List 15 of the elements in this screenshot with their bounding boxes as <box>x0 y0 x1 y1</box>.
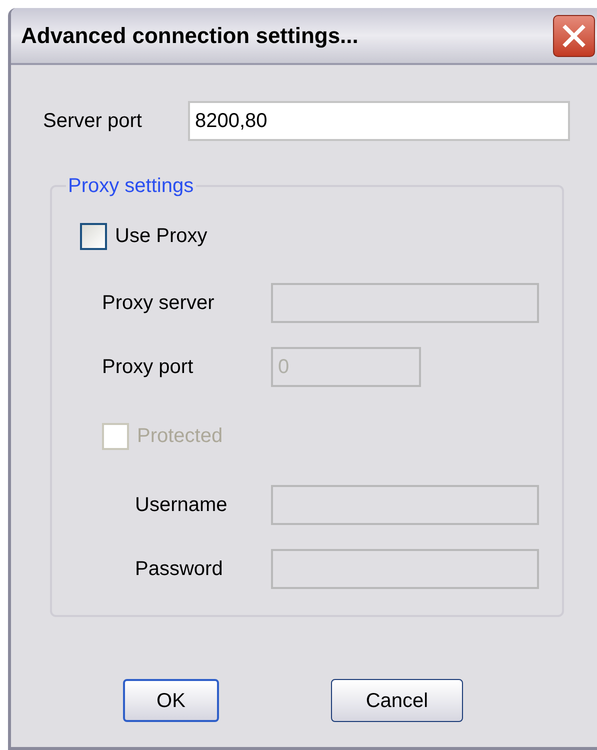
field-label: Proxy server <box>102 291 216 316</box>
close-icon <box>561 22 587 48</box>
checkbox-label: Protected <box>137 424 223 449</box>
text-field[interactable]: 8200,80 <box>188 101 570 141</box>
close-button[interactable] <box>553 14 595 56</box>
field-label: Proxy port <box>102 355 194 380</box>
group-title: Proxy settings <box>67 174 195 199</box>
field-label: Username <box>135 493 228 518</box>
checkbox[interactable] <box>80 222 107 250</box>
dialog-button[interactable]: Cancel <box>331 679 463 722</box>
field-label: Password <box>135 557 224 582</box>
checkbox-label: Use Proxy <box>115 224 208 249</box>
dialog-button[interactable]: OK <box>123 679 219 722</box>
field-label: Server port <box>43 109 143 134</box>
window-title: Advanced connection settings... <box>21 22 358 50</box>
